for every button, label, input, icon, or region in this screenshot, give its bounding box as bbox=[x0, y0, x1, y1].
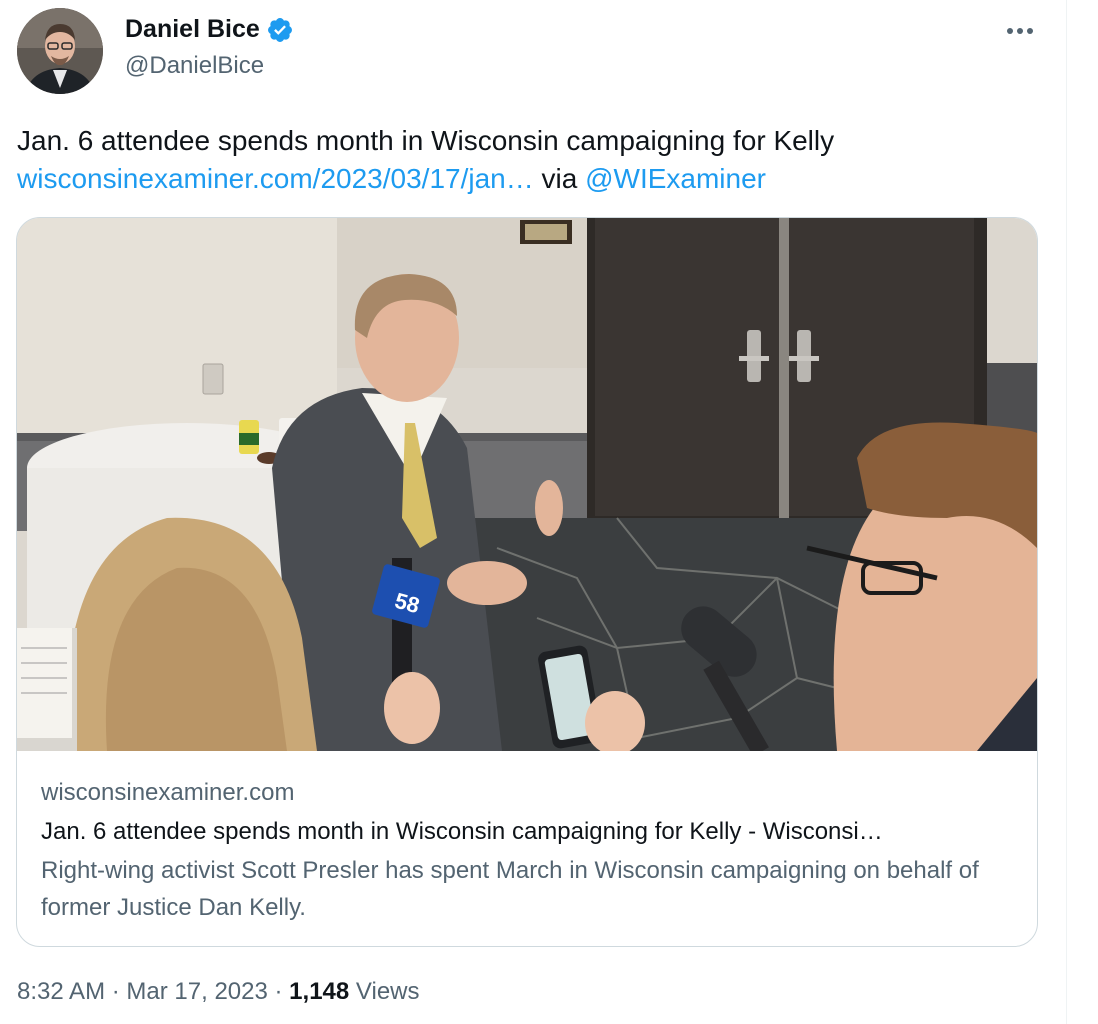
views-count: 1,148 bbox=[289, 978, 350, 1005]
card-description: Right-wing activist Scott Presler has sp… bbox=[41, 857, 979, 921]
separator-dot: · bbox=[111, 978, 120, 1005]
tweet-link-line: wisconsinexaminer.com/2023/03/17/jan… vi… bbox=[17, 160, 1047, 198]
card-image[interactable]: 58 bbox=[17, 218, 1037, 751]
mention-link[interactable]: @WIExaminer bbox=[585, 163, 766, 194]
column-divider bbox=[1066, 0, 1067, 1024]
card-title[interactable]: Jan. 6 attendee spends month in Wisconsi… bbox=[41, 816, 1021, 848]
link-preview-card[interactable]: 58 wisconsinexaminer.com Jan. 6 attendee… bbox=[16, 217, 1038, 947]
tweet-headline: Jan. 6 attendee spends month in Wisconsi… bbox=[17, 125, 835, 156]
author-name-row[interactable]: Daniel Bice bbox=[125, 15, 294, 44]
separator-dot: · bbox=[274, 978, 283, 1005]
more-options-button[interactable] bbox=[1000, 16, 1040, 46]
avatar-photo bbox=[17, 8, 103, 94]
tweet-text: Jan. 6 attendee spends month in Wisconsi… bbox=[17, 122, 1047, 198]
more-horizontal-icon bbox=[1007, 28, 1033, 34]
avatar[interactable] bbox=[17, 8, 103, 94]
card-meta: wisconsinexaminer.com Jan. 6 attendee sp… bbox=[41, 778, 1021, 926]
tweet-date[interactable]: Mar 17, 2023 bbox=[126, 978, 267, 1005]
via-text: via bbox=[541, 163, 578, 194]
tweet-page: Daniel Bice @DanielBice Jan. 6 attendee … bbox=[0, 0, 1098, 1024]
author-handle[interactable]: @DanielBice bbox=[125, 52, 264, 80]
author-name[interactable]: Daniel Bice bbox=[125, 15, 260, 44]
tweet-time[interactable]: 8:32 AM bbox=[17, 978, 105, 1005]
views-label: Views bbox=[355, 978, 420, 1005]
article-link[interactable]: wisconsinexaminer.com/2023/03/17/jan… bbox=[17, 163, 534, 194]
card-domain: wisconsinexaminer.com bbox=[41, 779, 295, 806]
tweet-footer: 8:32 AM · Mar 17, 2023 · 1,148 Views bbox=[17, 978, 420, 1006]
verified-badge-icon[interactable] bbox=[266, 16, 294, 44]
